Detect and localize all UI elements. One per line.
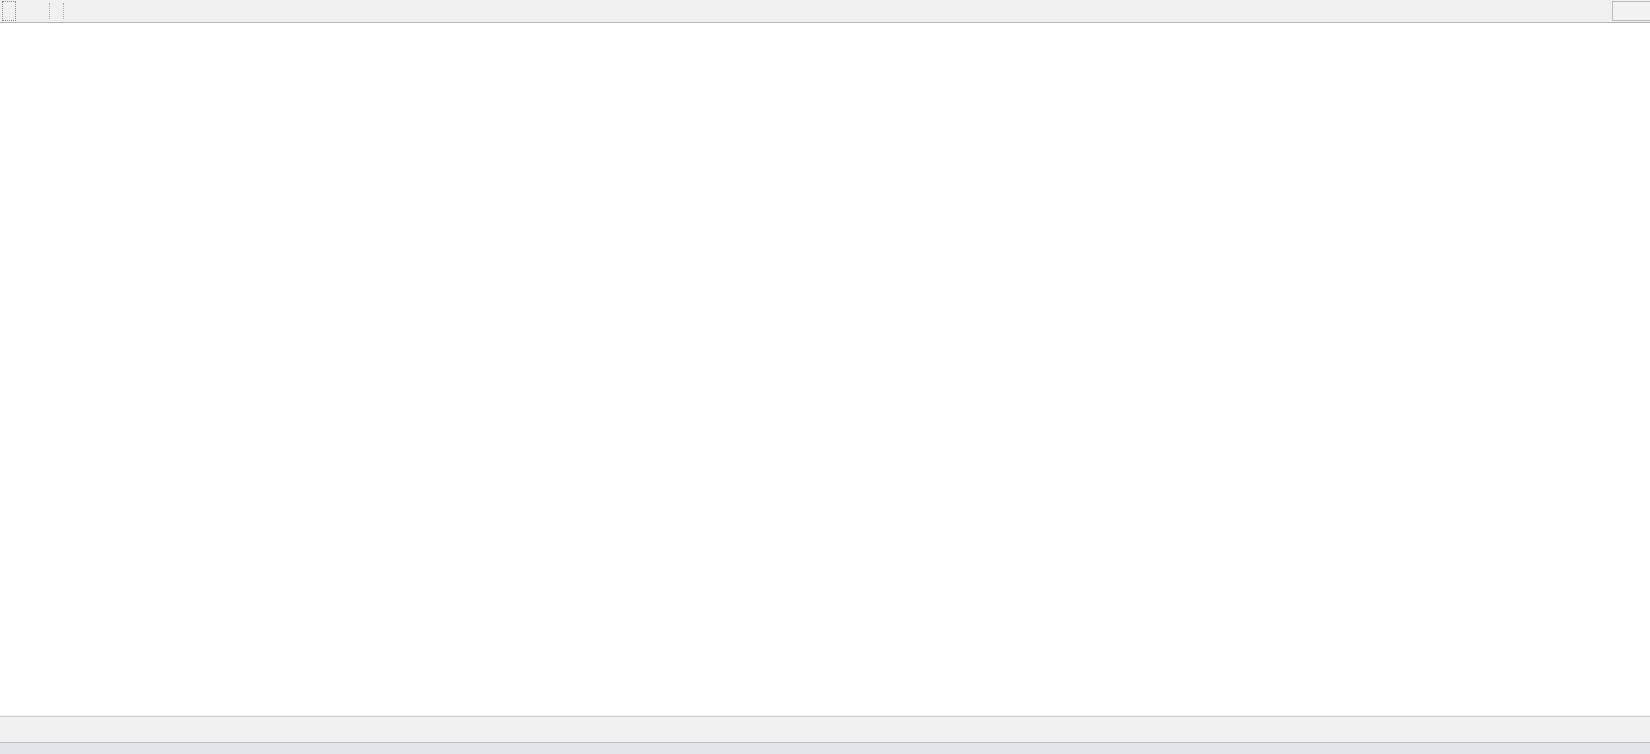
toolbar xyxy=(0,0,1650,23)
tool-dropdown-caret[interactable] xyxy=(34,1,42,21)
status-strip xyxy=(0,742,1650,754)
toolbar-separator xyxy=(49,3,51,19)
chart-window xyxy=(0,23,1650,715)
chart-canvas[interactable] xyxy=(0,23,1650,715)
chart-tab-bar xyxy=(0,716,1650,742)
toolbar-separator xyxy=(63,3,65,19)
crosshair-tool-icon[interactable] xyxy=(18,1,32,21)
text-tool-button[interactable] xyxy=(2,1,16,21)
chart-corner-button[interactable] xyxy=(1612,1,1650,21)
trading-terminal xyxy=(0,0,1650,754)
